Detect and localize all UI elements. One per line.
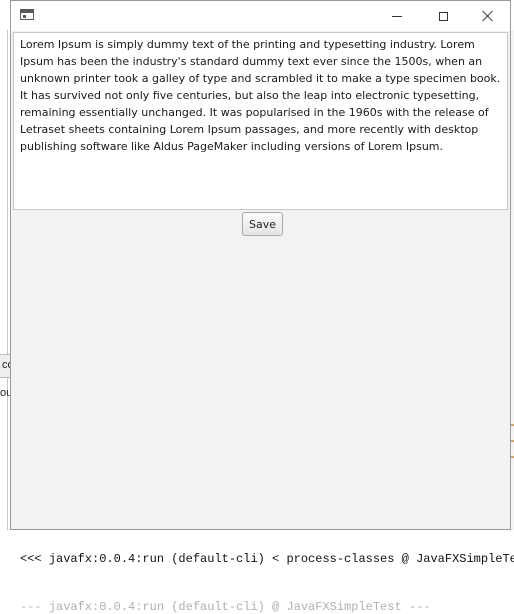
maximize-icon — [438, 11, 448, 21]
minimize-button[interactable] — [374, 1, 420, 31]
app-window-icon — [20, 9, 34, 20]
ide-console: <<< javafx:0.0.4:run (default-cli) < pro… — [0, 530, 514, 614]
ide-left-panel — [0, 0, 10, 609]
close-button[interactable] — [465, 1, 511, 31]
app-window: Lorem Ipsum is simply dummy text of the … — [10, 0, 511, 530]
close-icon — [482, 10, 494, 22]
console-line: --- javafx:0.0.4:run (default-cli) @ Jav… — [20, 600, 431, 614]
minimize-icon — [392, 15, 402, 17]
maximize-button[interactable] — [420, 1, 466, 31]
console-line: <<< javafx:0.0.4:run (default-cli) < pro… — [20, 552, 514, 566]
ide-panel-divider — [7, 30, 8, 530]
window-titlebar[interactable] — [11, 1, 510, 31]
save-button[interactable]: Save — [242, 212, 283, 236]
text-area[interactable]: Lorem Ipsum is simply dummy text of the … — [13, 32, 508, 210]
